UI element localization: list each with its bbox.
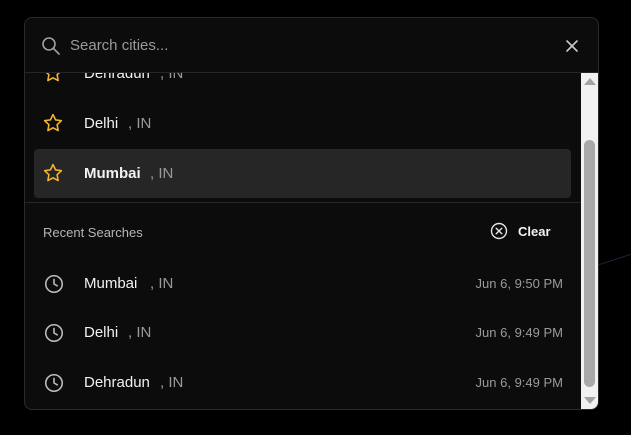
search-timestamp: Jun 6, 9:49 PM [475,325,563,340]
city-country: , IN [150,275,174,292]
favorite-city-row[interactable]: Dehradun , IN [34,73,571,98]
search-bar [25,18,598,73]
recent-search-row[interactable]: Delhi , IN Jun 6, 9:49 PM [34,309,571,357]
city-name: Dehradun [84,374,150,391]
star-outline-icon[interactable] [42,112,64,134]
circle-x-icon [490,222,508,240]
city-name: Delhi [84,115,119,132]
scroll-up-arrow-icon[interactable] [584,78,596,85]
favorite-city-row[interactable]: Delhi , IN [34,99,571,148]
recent-searches-heading: Recent Searches [43,225,143,240]
city-search-popover: Dehradun , IN Delhi , IN Mumbai , IN Rec… [24,17,599,410]
city-country: , IN [160,374,184,391]
clear-label: Clear [518,224,551,239]
city-country: , IN [128,115,152,132]
city-country: , IN [160,73,184,82]
city-name: Mumbai [84,275,138,292]
search-icon [42,37,60,55]
city-name: Dehradun [84,73,150,82]
star-outline-icon[interactable] [42,162,64,184]
section-divider [25,202,581,203]
scrollbar-thumb[interactable] [584,140,595,387]
background-decoration [598,251,631,266]
scroll-down-arrow-icon[interactable] [584,397,596,404]
recent-search-row[interactable]: Dehradun , IN Jun 6, 9:49 PM [34,359,571,407]
clock-icon [44,274,64,294]
close-icon[interactable] [563,37,581,55]
recent-search-row[interactable]: Mumbai , IN Jun 6, 9:50 PM [34,260,571,308]
search-input[interactable] [70,33,530,57]
favorite-city-row-selected[interactable]: Mumbai , IN [34,149,571,198]
vertical-scrollbar[interactable] [581,73,598,409]
search-timestamp: Jun 6, 9:50 PM [475,276,563,291]
city-name: Delhi [84,324,119,341]
city-name: Mumbai [84,165,141,182]
search-timestamp: Jun 6, 9:49 PM [475,375,563,390]
city-country: , IN [128,324,152,341]
star-outline-icon[interactable] [42,73,64,84]
clock-icon [44,323,64,343]
clock-icon [44,373,64,393]
results-list: Dehradun , IN Delhi , IN Mumbai , IN Rec… [25,73,581,409]
city-country: , IN [150,165,174,182]
